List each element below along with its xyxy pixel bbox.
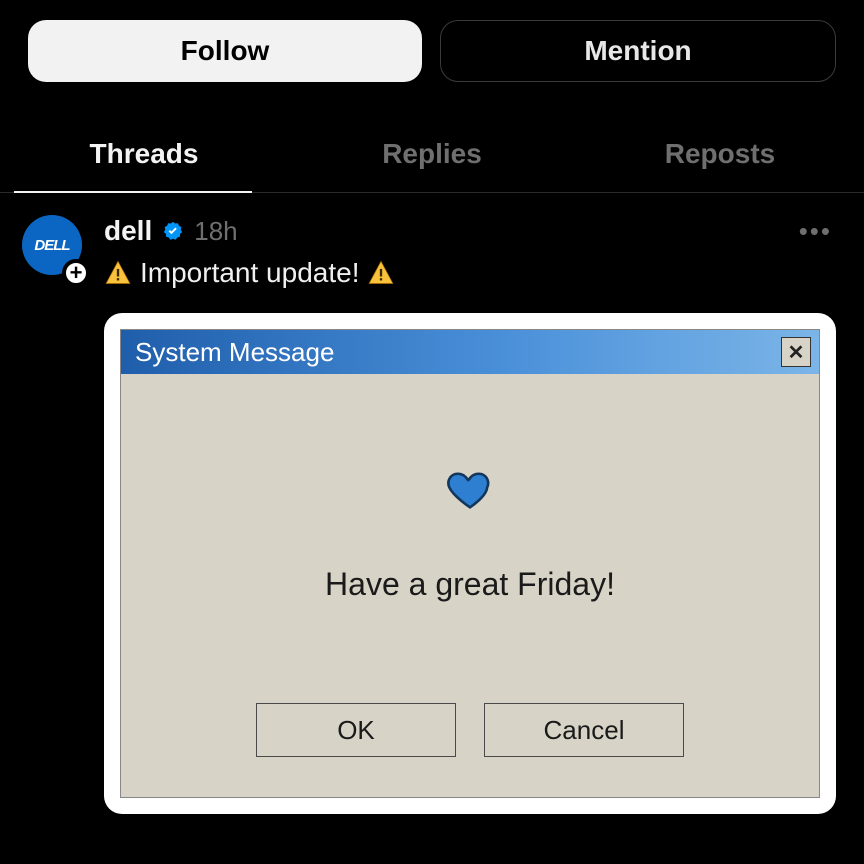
add-icon[interactable]: + [62,259,90,287]
dialog-title: System Message [135,337,334,368]
timestamp: 18h [194,216,237,247]
cancel-button: Cancel [484,703,684,757]
username[interactable]: dell [104,215,152,247]
verified-badge-icon [162,220,184,242]
post: DELL + dell 18h ••• Important update! Sy [0,193,864,814]
heart-icon [444,464,496,516]
close-icon: ✕ [781,337,811,367]
warning-icon [367,259,395,287]
tabs: Threads Replies Reposts [0,120,864,193]
post-media[interactable]: System Message ✕ Have a great Friday! OK… [104,313,836,814]
ok-button: OK [256,703,456,757]
warning-icon [104,259,132,287]
dialog-window: System Message ✕ Have a great Friday! OK… [120,329,820,798]
follow-button[interactable]: Follow [28,20,422,82]
post-text: Important update! [104,257,836,289]
more-icon[interactable]: ••• [799,216,836,247]
dialog-message: Have a great Friday! [141,566,799,603]
tab-replies[interactable]: Replies [288,120,576,192]
tab-reposts[interactable]: Reposts [576,120,864,192]
tab-threads[interactable]: Threads [0,120,288,192]
post-text-content: Important update! [140,257,359,289]
dialog-titlebar: System Message ✕ [121,330,819,374]
avatar[interactable]: DELL + [22,215,90,283]
mention-button[interactable]: Mention [440,20,836,82]
